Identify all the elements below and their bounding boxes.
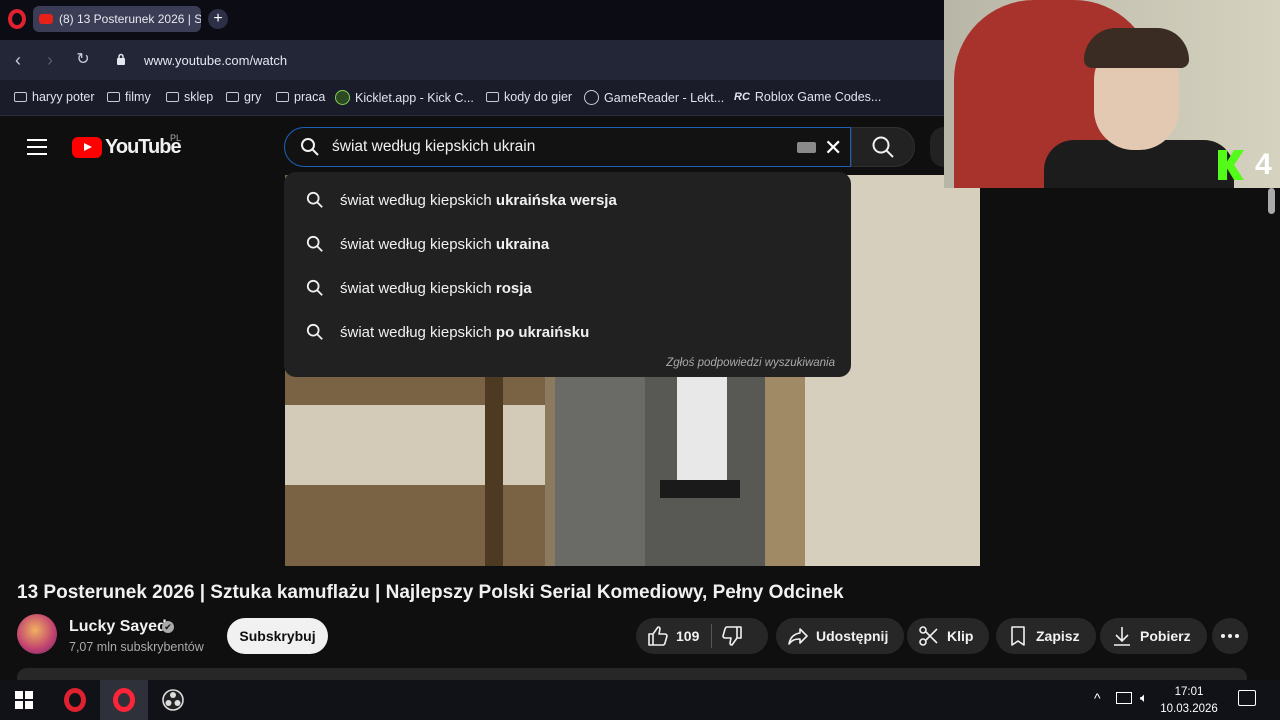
- bookmark-filmy[interactable]: filmy: [107, 90, 151, 104]
- notification-icon[interactable]: [1238, 690, 1256, 706]
- verified-badge-icon: ✔: [162, 621, 174, 633]
- bookmark-roblox-codes[interactable]: RC Roblox Game Codes...: [734, 90, 881, 104]
- forward-icon[interactable]: ›: [40, 50, 60, 70]
- system-clock[interactable]: 17:01 10.03.2026: [1158, 684, 1220, 718]
- youtube-play-icon: [72, 137, 102, 158]
- youtube-logo[interactable]: YouTube: [72, 136, 182, 159]
- description-box[interactable]: [17, 668, 1247, 680]
- folder-icon: [276, 92, 289, 102]
- search-icon: [306, 323, 323, 340]
- search-icon: [301, 138, 319, 156]
- bookmark-haryy-poter[interactable]: haryy poter: [14, 90, 95, 104]
- report-suggestions-link[interactable]: Zgłoś podpowiedzi wyszukiwania: [666, 357, 835, 369]
- download-button[interactable]: Pobierz: [1100, 618, 1207, 654]
- rc-icon: RC: [734, 91, 750, 103]
- bookmark-icon: [1011, 626, 1025, 646]
- opera-menu-icon[interactable]: [8, 9, 26, 29]
- suggestion-item[interactable]: świat według kiepskich ukraińska wersja: [284, 178, 851, 222]
- bookmark-gry[interactable]: gry: [226, 90, 261, 104]
- search-icon: [306, 191, 323, 208]
- like-dislike-group: 109: [636, 618, 768, 654]
- more-actions-button[interactable]: [1212, 618, 1248, 654]
- reload-icon[interactable]: ↻: [73, 50, 93, 70]
- bookmark-gamereader[interactable]: GameReader - Lekt...: [584, 90, 724, 105]
- network-icon[interactable]: [1116, 692, 1132, 704]
- folder-icon: [107, 92, 120, 102]
- keyboard-icon[interactable]: [797, 142, 816, 153]
- search-icon: [306, 279, 323, 296]
- clip-button[interactable]: Klip: [907, 618, 990, 654]
- channel-avatar[interactable]: [17, 614, 57, 654]
- video-title: 13 Posterunek 2026 | Sztuka kamuflażu | …: [17, 582, 844, 603]
- download-icon: [1114, 627, 1130, 646]
- folder-icon: [166, 92, 179, 102]
- bookmark-kicklet[interactable]: Kicklet.app - Kick C...: [335, 90, 474, 105]
- suggestion-item[interactable]: świat według kiepskich rosja: [284, 266, 851, 310]
- volume-icon[interactable]: 🔈︎: [1140, 690, 1148, 706]
- folder-icon: [14, 92, 27, 102]
- obs-taskbar-icon[interactable]: [149, 680, 197, 720]
- more-icon: [1221, 634, 1239, 638]
- search-query-text[interactable]: świat według kiepskich ukrain: [332, 138, 535, 156]
- windows-start-icon[interactable]: [0, 680, 48, 720]
- subscribe-button[interactable]: Subskrybuj: [227, 618, 328, 654]
- youtube-favicon-icon: [39, 14, 53, 24]
- lock-icon: [117, 53, 125, 65]
- kicklet-icon: [335, 90, 350, 105]
- share-button[interactable]: Udostępnij: [776, 618, 905, 654]
- scissors-icon: [919, 626, 938, 646]
- opera-taskbar-icon[interactable]: [51, 680, 99, 720]
- country-code: PL: [170, 133, 182, 143]
- new-tab-button[interactable]: +: [208, 9, 228, 29]
- folder-icon: [226, 92, 239, 102]
- channel-name[interactable]: Lucky Sayed: [69, 618, 167, 636]
- subscriber-count: 7,07 mln subskrybentów: [69, 640, 204, 654]
- tray-chevron-icon[interactable]: ^: [1094, 690, 1101, 706]
- bookmark-praca[interactable]: praca: [276, 90, 325, 104]
- bookmark-kody-do-gier[interactable]: kody do gier: [486, 90, 572, 104]
- clear-search-icon[interactable]: ✕: [824, 135, 842, 161]
- back-icon[interactable]: ‹: [8, 50, 28, 70]
- like-icon[interactable]: [646, 624, 670, 648]
- save-button[interactable]: Zapisz: [996, 618, 1096, 654]
- suggestion-item[interactable]: świat według kiepskich ukraina: [284, 222, 851, 266]
- gamereader-icon: [584, 90, 599, 105]
- search-icon: [306, 235, 323, 252]
- voice-search-button[interactable]: [930, 127, 944, 167]
- search-button-icon: [872, 136, 894, 158]
- kick-counter: 4: [1255, 148, 1272, 181]
- page-scrollbar[interactable]: [1268, 188, 1275, 214]
- menu-icon[interactable]: [27, 139, 47, 155]
- suggestion-item[interactable]: świat według kiepskich po ukraińsku: [284, 310, 851, 354]
- url-field[interactable]: www.youtube.com/watch: [144, 53, 287, 68]
- bookmark-sklep[interactable]: sklep: [166, 90, 213, 104]
- opera-gx-taskbar-icon[interactable]: [100, 680, 148, 720]
- folder-icon: [486, 92, 499, 102]
- share-icon: [788, 628, 808, 645]
- search-suggestions-dropdown: świat według kiepskich ukraińska wersja …: [284, 172, 851, 377]
- tab-title: (8) 13 Posterunek 2026 | S: [59, 12, 201, 26]
- dislike-icon[interactable]: [720, 624, 744, 648]
- browser-tab-active[interactable]: (8) 13 Posterunek 2026 | S: [33, 6, 201, 32]
- like-count[interactable]: 109: [676, 628, 699, 644]
